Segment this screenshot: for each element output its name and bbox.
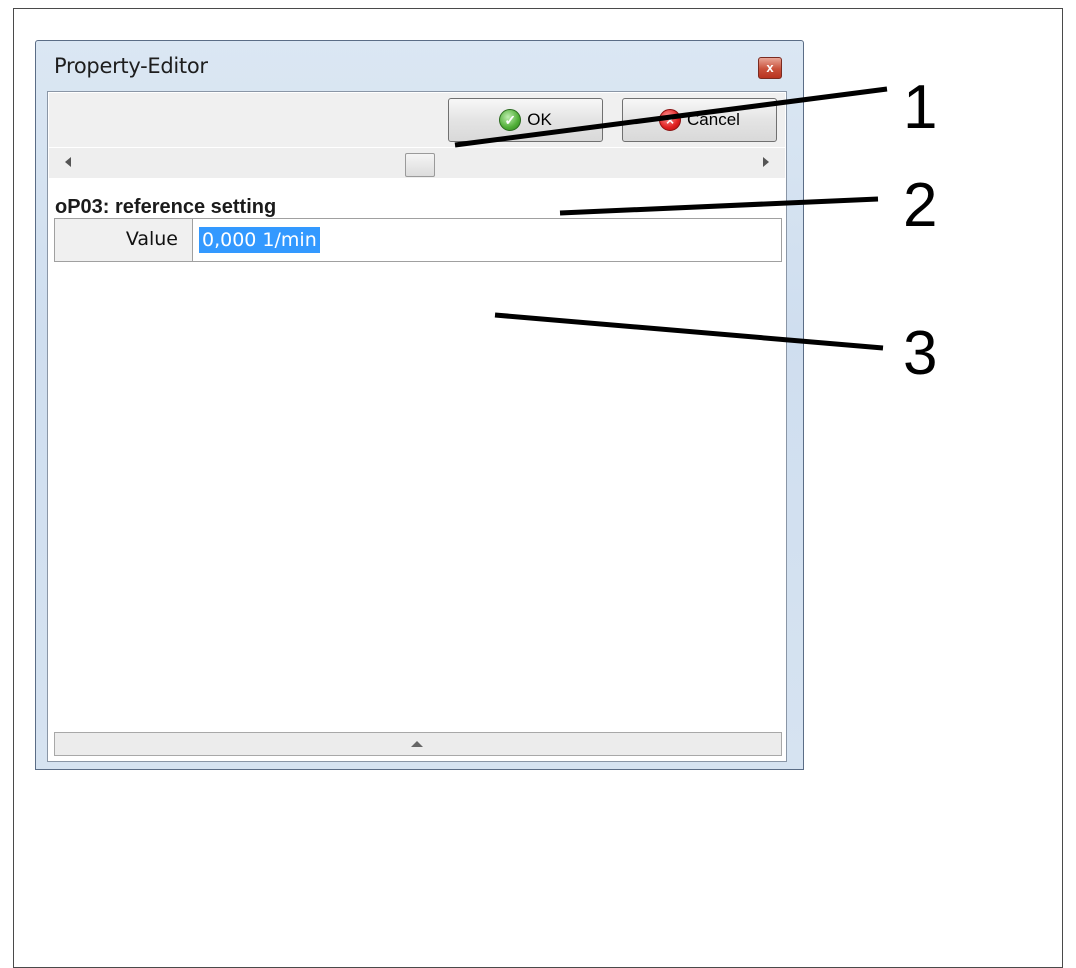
callout-line-2 bbox=[559, 196, 879, 216]
callout-number-2: 2 bbox=[903, 171, 938, 240]
callout-line-1 bbox=[454, 86, 888, 148]
callout-number-1: 1 bbox=[903, 73, 938, 142]
callout-number-3: 3 bbox=[903, 319, 938, 388]
callout-lines bbox=[454, 86, 888, 351]
callout-line-3 bbox=[494, 312, 884, 351]
